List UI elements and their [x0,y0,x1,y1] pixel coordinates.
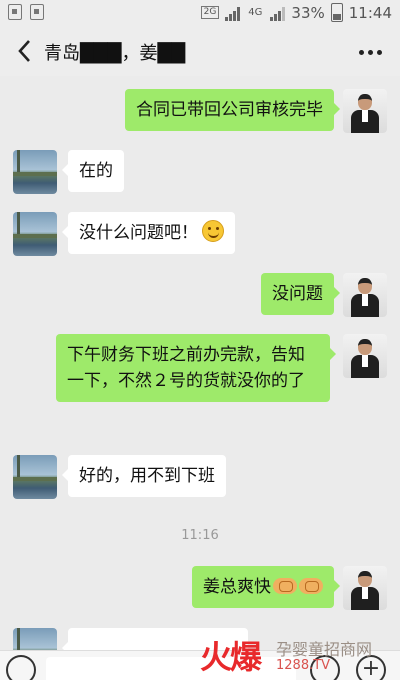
message-text: 合同已带回公司审核完毕 [136,100,323,120]
chat-title: 青岛███，姜██ [44,43,186,64]
handshake-emoji-icon [299,578,323,594]
battery-icon [330,3,343,22]
message-text: 在的 [79,161,113,181]
chat-header: 青岛███，姜██ [0,26,400,76]
signal-icon [270,5,286,21]
handshake-emoji-icon [273,578,297,594]
message-bubble-received[interactable]: 好的，用不到下班 [62,455,226,497]
message-bubble-received[interactable]: 没什么问题吧！ [62,212,235,254]
message-bubble-sent[interactable]: 下午财务下班之前办完款，告知一下，不然２号的货就没你的了 [56,334,336,402]
more-options-icon[interactable] [359,50,382,55]
watermark-tagline: 孕婴童招商网 [276,640,373,659]
message-text: 好的，用不到下班 [79,466,215,486]
message-text: 下午财务下班之前办完款，告知一下，不然２号的货就没你的了 [67,345,305,391]
smile-emoji-icon [202,220,224,242]
avatar-self[interactable] [343,273,387,317]
message-text: 姜总爽快 [203,577,271,597]
message-bubble-received[interactable]: 在的 [62,150,124,192]
signal-icon [225,5,241,21]
back-icon[interactable] [14,38,38,64]
message-bubble-sent[interactable]: 没问题 [261,273,340,315]
watermark-brand: 火爆 [200,638,262,676]
watermark-url: 1288.TV [276,658,331,673]
clock: 11:44 [348,3,392,22]
notification-icon [8,4,22,20]
network-type-label-2: 4G [248,7,263,18]
notification-icon [30,4,44,20]
watermark-logo: 火爆 孕婴童招商网 1288.TV [200,632,396,678]
status-bar: 2G 4G 33% 11:44 [0,0,400,26]
message-text: 没问题 [272,284,323,304]
message-bubble-sent[interactable]: 姜总爽快 [192,566,340,608]
voice-input-icon[interactable] [6,655,36,680]
avatar-self[interactable] [343,89,387,133]
avatar-self[interactable] [343,566,387,610]
message-text: 没什么问题吧！ [79,223,198,243]
avatar-contact[interactable] [13,212,57,256]
avatar-contact[interactable] [13,150,57,194]
network-type-label: 2G [200,6,220,19]
battery-percent: 33% [291,3,325,22]
message-timestamp: 11:16 [181,528,219,543]
message-bubble-sent[interactable]: 合同已带回公司审核完毕 [125,89,340,131]
avatar-contact[interactable] [13,455,57,499]
avatar-self[interactable] [343,334,387,378]
